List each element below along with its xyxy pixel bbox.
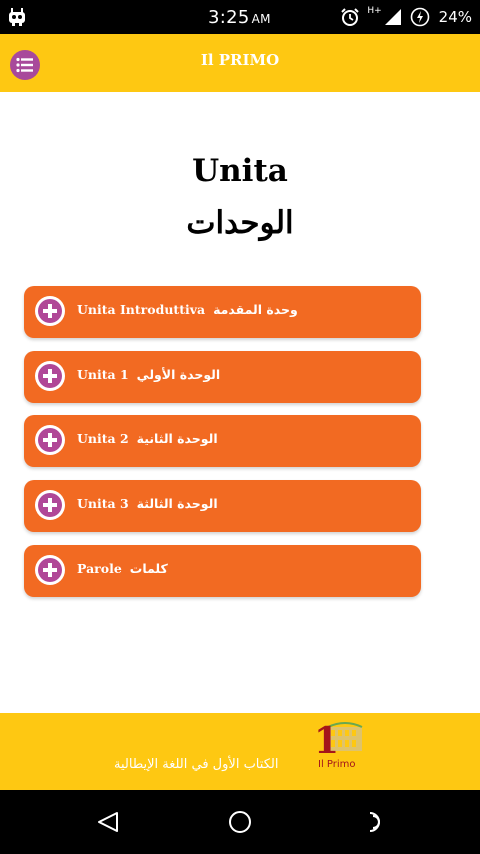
footer: 1 Il Primo الكتاب الأول في اللغة الإيطال… xyxy=(0,713,480,790)
android-debug-icon xyxy=(9,8,25,26)
clock-ampm: AM xyxy=(251,12,271,26)
unit-label-italian: Parole xyxy=(77,561,122,576)
footer-tagline: الكتاب الأول في اللغة الإيطالية xyxy=(114,757,279,772)
network-type: H+ xyxy=(367,6,382,16)
unit-label: Unita 1 الوحدة الأولي xyxy=(77,367,220,382)
status-icons: H+ 24% xyxy=(340,5,472,29)
unit-button-introduttiva[interactable]: Unita Introduttiva وحدة المقدمة xyxy=(24,286,421,338)
plus-icon xyxy=(35,296,65,326)
nav-bar xyxy=(0,790,480,854)
unit-label-arabic: الوحدة الأولي xyxy=(136,367,221,382)
screen: 3:25 AM H+ 24% Il PRIMO Unita الوحدات Un… xyxy=(0,0,480,854)
plus-icon xyxy=(35,490,65,520)
alarm-icon xyxy=(341,8,360,26)
home-icon[interactable] xyxy=(227,809,253,835)
il-primo-logo: 1 Il Primo xyxy=(314,720,363,770)
unit-label-italian: Unita Introduttiva xyxy=(77,302,206,317)
unit-label-italian: Unita 2 xyxy=(77,431,129,446)
back-icon[interactable] xyxy=(95,810,121,834)
unit-label-arabic: الوحدة الثالثة xyxy=(136,496,218,511)
unit-button-1[interactable]: Unita 1 الوحدة الأولي xyxy=(24,351,421,403)
unit-label: Unita 2 الوحدة الثانية xyxy=(77,431,218,446)
logo-numeral: 1 xyxy=(314,720,339,762)
battery-icon xyxy=(410,7,429,27)
unit-label-italian: Unita 1 xyxy=(77,367,129,382)
page-title-arabic: الوحدات xyxy=(186,205,294,241)
unit-button-parole[interactable]: Parole كلمات xyxy=(24,545,421,597)
recent-apps-icon[interactable] xyxy=(361,810,387,834)
unit-button-3[interactable]: Unita 3 الوحدة الثالثة xyxy=(24,480,421,532)
plus-icon xyxy=(35,425,65,455)
unit-button-2[interactable]: Unita 2 الوحدة الثانية xyxy=(24,415,421,467)
unit-label: Unita 3 الوحدة الثالثة xyxy=(77,496,218,511)
battery-percent: 24% xyxy=(438,8,472,26)
clock: 3:25 AM xyxy=(208,7,271,28)
page-title-italian: Unita xyxy=(192,153,288,189)
unit-label: Unita Introduttiva وحدة المقدمة xyxy=(77,302,298,317)
unit-label-italian: Unita 3 xyxy=(77,496,129,511)
unit-label-arabic: الوحدة الثانية xyxy=(136,431,218,446)
plus-icon xyxy=(35,361,65,391)
unit-label-arabic: كلمات xyxy=(129,561,168,576)
status-bar: 3:25 AM H+ 24% xyxy=(0,0,480,34)
clock-time: 3:25 xyxy=(208,7,250,28)
plus-icon xyxy=(35,555,65,585)
app-bar: Il PRIMO xyxy=(0,34,480,92)
signal-icon xyxy=(384,9,401,25)
app-title: Il PRIMO xyxy=(200,51,280,69)
logo-text: Il Primo xyxy=(318,759,356,770)
unit-label: Parole كلمات xyxy=(77,561,168,576)
unit-label-arabic: وحدة المقدمة xyxy=(213,302,298,317)
